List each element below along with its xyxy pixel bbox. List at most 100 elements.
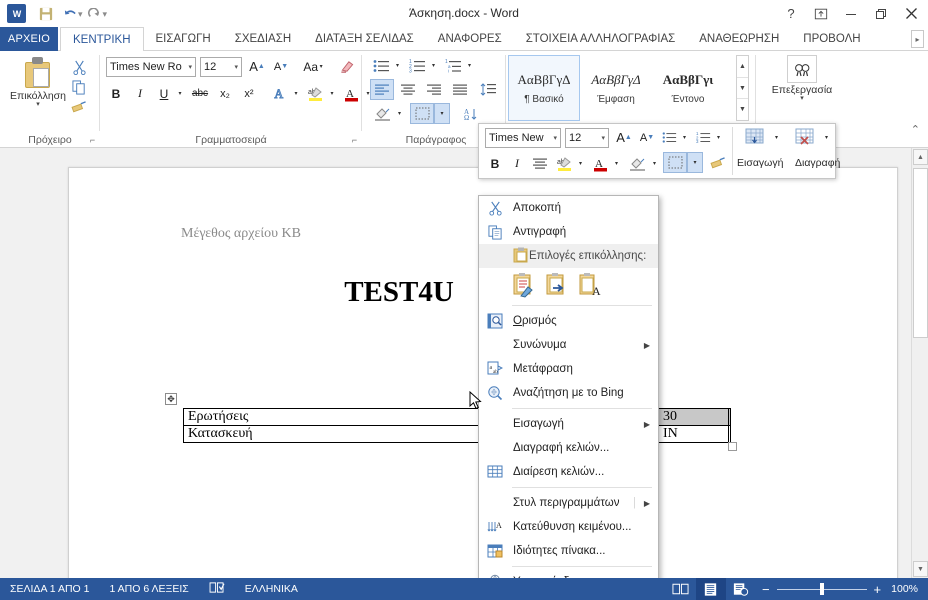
tab-insert[interactable]: ΕΙΣΑΓΩΓΗ [144, 27, 223, 51]
underline-caret-icon[interactable]: ▾ [174, 83, 186, 104]
merge-formatting-icon[interactable] [545, 272, 569, 298]
paste-dropdown-caret[interactable]: ▾ [36, 101, 40, 108]
shading-icon[interactable] [370, 103, 394, 124]
line-spacing-icon[interactable] [476, 79, 500, 100]
zoom-control[interactable]: − + [756, 582, 887, 597]
mini-delete-caret-icon[interactable]: ▾ [821, 127, 832, 148]
zoom-in-button[interactable]: + [874, 582, 882, 597]
mini-font-color-icon[interactable]: A [589, 153, 611, 174]
styles-scroll-up-icon[interactable]: ▲ [737, 56, 748, 78]
zoom-level-label[interactable]: 100% [887, 583, 928, 595]
context-menu[interactable]: Αποκοπή Αντιγραφή Επιλογές επικόλλησης: … [478, 195, 659, 600]
styles-gallery-scroll[interactable]: ▲ ▼ ▼ [736, 55, 749, 121]
minimize-button[interactable] [836, 1, 866, 27]
font-size-input[interactable]: 12 ▾ [200, 57, 242, 77]
page-indicator[interactable]: ΣΕΛΙΔΑ 1 ΑΠΟ 1 [0, 583, 99, 595]
tab-design[interactable]: ΣΧΕΔΙΑΣΗ [223, 27, 303, 51]
shrink-font-icon[interactable]: A ▼ [270, 56, 292, 77]
editing-dropdown-caret[interactable]: ▾ [800, 95, 804, 102]
keep-source-formatting-icon[interactable] [512, 272, 536, 298]
table-resize-handle[interactable] [728, 442, 737, 451]
scroll-down-icon[interactable]: ▼ [913, 561, 928, 577]
borders-icon[interactable] [410, 103, 434, 124]
mini-font-name-input[interactable]: Times New ▾ [485, 128, 561, 148]
mini-bullets-icon[interactable] [659, 127, 679, 148]
mini-insert-label[interactable]: Εισαγωγή [737, 157, 783, 169]
tab-file[interactable]: ΑΡΧΕΙΟ [0, 27, 58, 51]
font-size-caret-icon[interactable]: ▾ [234, 63, 241, 71]
mini-align-icon[interactable] [529, 153, 551, 174]
text-effects-icon[interactable]: A [268, 83, 290, 104]
mini-insert-table-icon[interactable] [741, 127, 771, 148]
borders-caret-icon[interactable]: ▾ [434, 103, 450, 124]
context-menu-item-define[interactable]: Ορισμός [479, 309, 658, 333]
paste-button[interactable]: Επικόλληση ▾ [8, 55, 68, 121]
align-left-icon[interactable] [370, 79, 394, 100]
mini-highlight-icon[interactable]: ab [553, 153, 575, 174]
bullets-caret-icon[interactable]: ▾ [392, 55, 403, 76]
cut-icon[interactable] [68, 57, 90, 77]
mini-bullets-caret-icon[interactable]: ▾ [679, 127, 690, 148]
multilevel-caret-icon[interactable]: ▾ [464, 55, 475, 76]
style-card-normal[interactable]: ΑαΒβΓγΔ ¶ Βασικό [508, 55, 580, 121]
tab-mailings[interactable]: ΣΤΟΙΧΕΙΑ ΑΛΛΗΛΟΓΡΑΦΙΑΣ [514, 27, 688, 51]
context-menu-item-copy[interactable]: Αντιγραφή [479, 220, 658, 244]
zoom-slider-knob[interactable] [819, 583, 824, 595]
keep-text-only-icon[interactable]: A [578, 272, 602, 298]
language-indicator[interactable]: ΕΛΛΗΝΙΚΑ [235, 583, 308, 595]
justify-icon[interactable] [448, 79, 472, 100]
subscript-icon[interactable]: x₂ [214, 83, 236, 104]
context-menu-item-translate[interactable]: a ab Μετάφραση [479, 357, 658, 381]
change-case-icon[interactable]: Aa ▾ [297, 56, 329, 77]
mini-toolbar[interactable]: Times New ▾ 12 ▾ A ▲ A ▼ ▾ 123 ▾ ▾ ▾ B I… [478, 123, 840, 179]
font-color-icon[interactable]: A [340, 83, 362, 104]
table-move-handle[interactable]: ✥ [165, 393, 177, 405]
mini-font-name-caret-icon[interactable]: ▾ [553, 134, 560, 142]
mini-delete-label[interactable]: Διαγραφή [795, 157, 840, 169]
numbering-caret-icon[interactable]: ▾ [428, 55, 439, 76]
superscript-icon[interactable]: x² [238, 83, 260, 104]
mini-bold-icon[interactable]: B [485, 153, 505, 174]
close-button[interactable] [896, 1, 926, 27]
tabs-overflow-icon[interactable]: ▸ [911, 30, 924, 48]
mini-font-size-input[interactable]: 12 ▾ [565, 128, 609, 148]
table-cell-value[interactable]: 30 [658, 408, 731, 426]
grow-font-icon[interactable]: A ▲ [246, 56, 268, 77]
italic-icon[interactable]: I [130, 83, 150, 104]
read-mode-view-button[interactable] [666, 578, 696, 600]
style-card-strong[interactable]: ΑαΒβΓγι Έντονο [652, 55, 724, 121]
context-menu-item-delete-cells[interactable]: Διαγραφή κελιών... [479, 436, 658, 460]
shading-caret-icon[interactable]: ▾ [394, 103, 405, 124]
mini-shrink-font-icon[interactable]: A ▼ [636, 127, 658, 148]
mini-numbering-caret-icon[interactable]: ▾ [713, 127, 724, 148]
mini-insert-caret-icon[interactable]: ▾ [771, 127, 782, 148]
mini-delete-table-icon[interactable] [791, 127, 821, 148]
clear-formatting-icon[interactable] [336, 56, 358, 77]
mini-borders-caret-icon[interactable]: ▾ [687, 152, 703, 173]
proofing-status-icon[interactable] [199, 581, 235, 597]
scrollbar-thumb[interactable] [913, 168, 928, 338]
word-count[interactable]: 1 ΑΠΟ 6 ΛΕΞΕΙΣ [99, 583, 198, 595]
styles-scroll-down-icon[interactable]: ▼ [737, 78, 748, 100]
mini-font-color-caret-icon[interactable]: ▾ [611, 153, 622, 174]
context-menu-item-table-properties[interactable]: Ιδιότητες πίνακα... [479, 539, 658, 563]
copy-icon[interactable] [68, 77, 90, 97]
context-menu-item-insert[interactable]: Εισαγωγή ▶ [479, 412, 658, 436]
format-painter-icon[interactable] [68, 97, 90, 117]
text-effects-caret-icon[interactable]: ▾ [290, 83, 302, 104]
tab-references[interactable]: ΑΝΑΦΟΡΕΣ [426, 27, 514, 51]
multilevel-list-icon[interactable]: 1ai [442, 55, 464, 76]
scroll-up-icon[interactable]: ▲ [913, 149, 928, 165]
mini-italic-icon[interactable]: I [507, 153, 527, 174]
tab-page-layout[interactable]: ΔΙΑΤΑΞΗ ΣΕΛΙΔΑΣ [303, 27, 426, 51]
mini-font-size-caret-icon[interactable]: ▾ [601, 134, 608, 142]
strikethrough-icon[interactable]: abc [188, 83, 212, 104]
context-menu-item-border-styles[interactable]: Στυλ περιγραμμάτων ▶ | [479, 491, 658, 515]
table-cell-value[interactable]: IN [658, 425, 731, 443]
context-menu-item-cut[interactable]: Αποκοπή [479, 196, 658, 220]
style-card-emphasis[interactable]: ΑαΒβΓγΔ Έμφαση [580, 55, 652, 121]
highlight-icon[interactable]: ab [304, 83, 326, 104]
print-layout-view-button[interactable] [695, 578, 726, 600]
mini-numbering-icon[interactable]: 123 [693, 127, 713, 148]
collapse-ribbon-icon[interactable]: ⌃ [911, 123, 920, 136]
